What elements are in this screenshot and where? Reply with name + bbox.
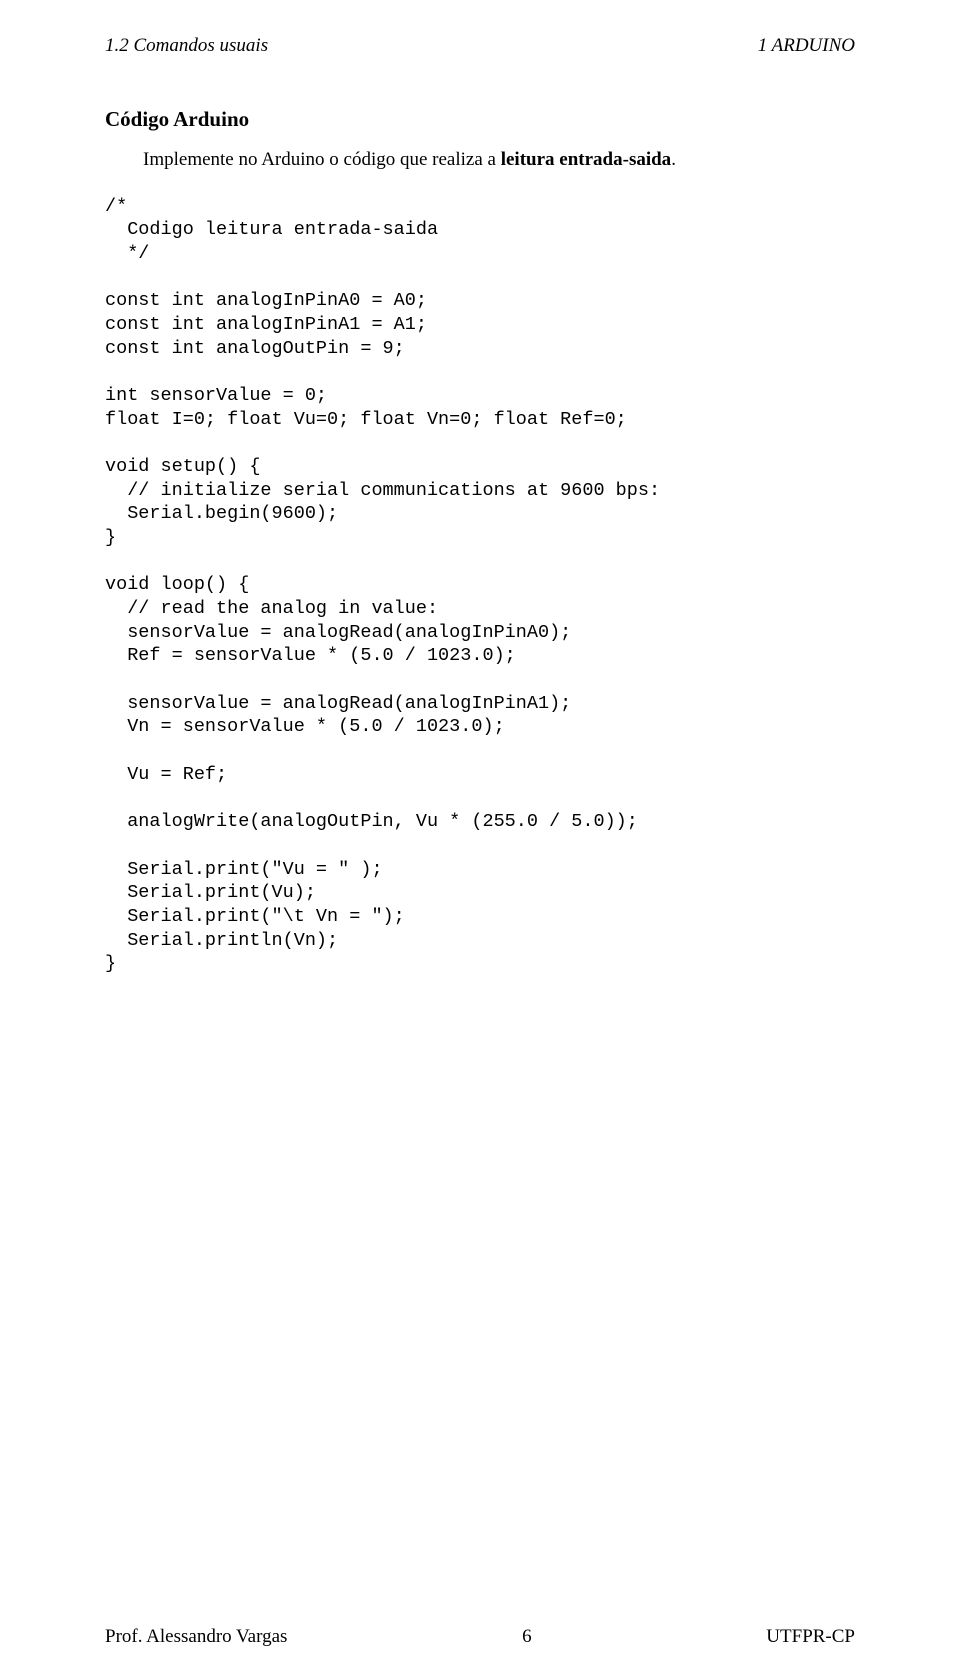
intro-paragraph: Implemente no Arduino o código que reali… (143, 148, 855, 173)
footer-right: UTFPR-CP (766, 1626, 855, 1648)
section-title: Código Arduino (105, 107, 855, 132)
intro-post: . (671, 149, 676, 170)
page-header: 1.2 Comandos usuais 1 ARDUINO (105, 35, 855, 57)
code-block: /* Codigo leitura entrada-saida */ const… (105, 195, 855, 976)
intro-bold: leitura entrada-saida (501, 149, 671, 170)
header-right: 1 ARDUINO (758, 35, 855, 57)
page: 1.2 Comandos usuais 1 ARDUINO Código Ard… (0, 0, 960, 1678)
footer-left: Prof. Alessandro Vargas (105, 1626, 287, 1648)
page-footer: Prof. Alessandro Vargas 6 UTFPR-CP (105, 1626, 855, 1648)
header-left: 1.2 Comandos usuais (105, 35, 268, 57)
footer-page-number: 6 (522, 1626, 532, 1648)
intro-pre: Implemente no Arduino o código que reali… (143, 149, 501, 170)
